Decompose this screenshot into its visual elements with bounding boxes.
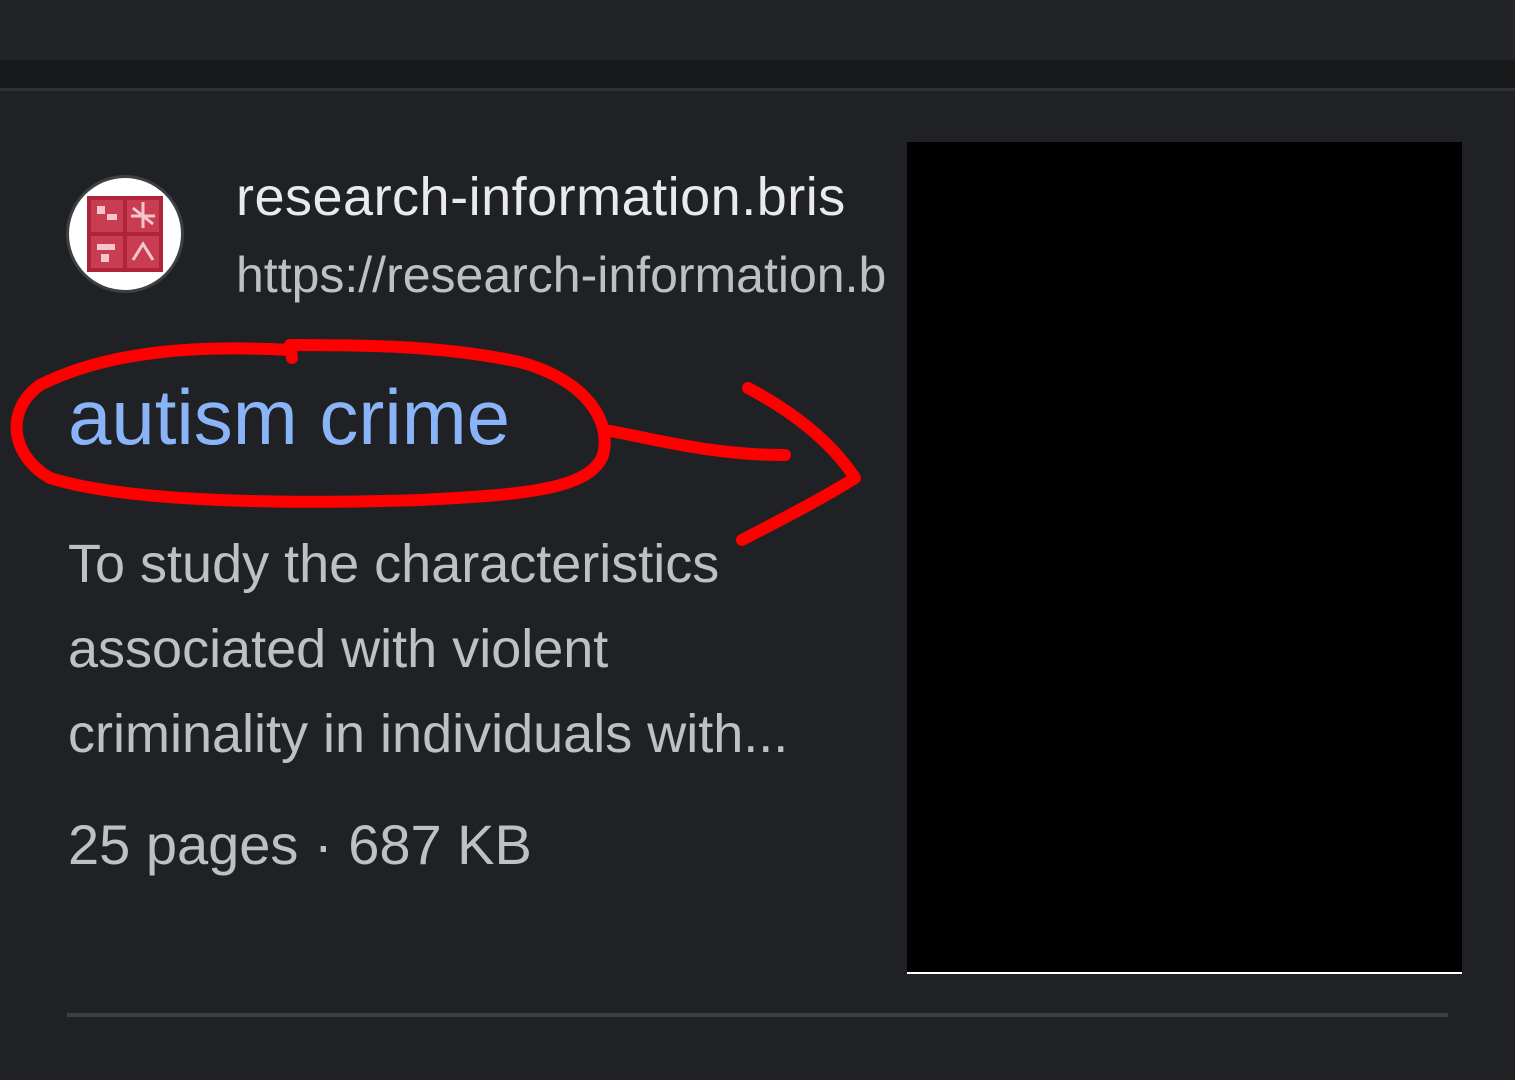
snippet-line: To study the characteristics [68,534,720,594]
site-favicon[interactable] [69,178,181,290]
section-divider-edge [0,88,1515,91]
result-divider [67,1013,1448,1017]
result-title-link[interactable]: autism crime [68,372,510,463]
redacted-thumbnail [907,142,1462,974]
section-divider [0,60,1515,90]
site-url[interactable]: https://research-information.b [236,246,886,304]
university-crest-icon [87,196,163,272]
result-meta: 25 pages · 687 KB [68,813,532,876]
search-results-page: research-information.bris https://resear… [0,0,1515,1080]
snippet-line: associated with violent [68,619,609,679]
result-snippet: To study the characteristics associated … [68,522,888,777]
site-name[interactable]: research-information.bris [236,166,846,228]
snippet-line: criminality in individuals with... [68,704,789,764]
red-arrow-shaft-annotation [599,424,791,461]
red-arrow-head-annotation [736,382,861,546]
top-bar [0,0,1515,60]
